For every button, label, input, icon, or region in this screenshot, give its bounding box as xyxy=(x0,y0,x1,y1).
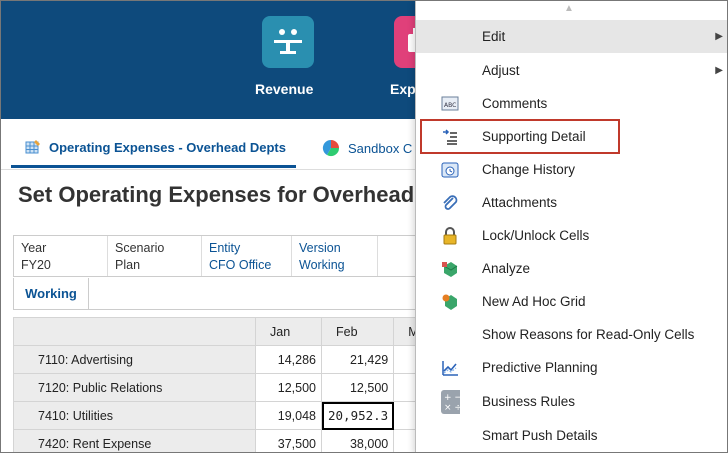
menu-item-smart-push-details[interactable]: Smart Push Details xyxy=(416,419,727,452)
pov-bar: Year FY20 Scenario Plan Entity CFO Offic… xyxy=(13,235,433,277)
predictive-chart-icon xyxy=(440,358,460,378)
highlight-annotation-box xyxy=(420,119,620,154)
svg-text:+ −: + − xyxy=(444,393,460,403)
menu-item-show-reasons[interactable]: Show Reasons for Read-Only Cells xyxy=(416,318,727,351)
context-menu: ▲ Edit ▶ Adjust ▶ ABC Comments Supportin… xyxy=(415,1,727,452)
comments-icon: ABC xyxy=(440,94,460,114)
svg-text:× ÷: × ÷ xyxy=(444,403,460,413)
pie-chart-icon xyxy=(322,139,340,157)
paperclip-icon xyxy=(440,193,460,213)
pov-scenario-key: Scenario xyxy=(115,241,165,255)
pov-version[interactable]: Version Working xyxy=(292,236,378,276)
balance-scale-icon xyxy=(274,29,302,54)
grid-header-row: Jan Feb M xyxy=(13,317,435,346)
pov-year-value: FY20 xyxy=(21,258,51,272)
tab-sandbox[interactable]: Sandbox C xyxy=(322,139,412,157)
grid-cell[interactable]: 14,286 xyxy=(255,345,322,374)
table-row: 7110: Advertising 14,286 21,429 1 xyxy=(13,345,435,374)
data-grid: Jan Feb M 7110: Advertising 14,286 21,42… xyxy=(13,317,435,452)
revenue-card-label[interactable]: Revenue xyxy=(255,81,313,97)
svg-text:ABC: ABC xyxy=(444,102,456,109)
grid-corner xyxy=(13,317,256,346)
tab-operating-expenses-label: Operating Expenses - Overhead Depts xyxy=(49,139,286,155)
pov-scenario[interactable]: Scenario Plan xyxy=(108,236,202,276)
menu-item-analyze[interactable]: Analyze xyxy=(416,252,727,285)
revenue-card[interactable] xyxy=(262,16,314,68)
pov-scenario-value: Plan xyxy=(115,258,141,272)
app-frame: Revenue Exp Operating Expenses - Overhea… xyxy=(0,0,728,453)
menu-item-label: Attachments xyxy=(482,195,558,210)
pov-year[interactable]: Year FY20 xyxy=(14,236,108,276)
menu-item-adjust[interactable]: Adjust ▶ xyxy=(416,54,727,87)
menu-item-attachments[interactable]: Attachments xyxy=(416,186,727,219)
menu-item-lock-unlock[interactable]: Lock/Unlock Cells xyxy=(416,219,727,252)
menu-item-label: New Ad Hoc Grid xyxy=(482,294,586,309)
scroll-up-caret-icon[interactable]: ▲ xyxy=(564,3,574,14)
grid-cell[interactable]: 21,429 xyxy=(320,345,395,374)
menu-item-label: Comments xyxy=(482,96,548,111)
analyze-icon xyxy=(440,259,460,279)
pov-entity-key: Entity xyxy=(209,241,241,255)
menu-item-label: Lock/Unlock Cells xyxy=(482,228,590,243)
pov-version-value: Working xyxy=(299,258,345,272)
row-header[interactable]: 7410: Utilities xyxy=(13,401,256,430)
ad-hoc-grid-icon xyxy=(440,292,460,312)
table-row: 7120: Public Relations 12,500 12,500 1 xyxy=(13,373,435,402)
grid-edit-icon xyxy=(25,140,40,154)
expense-card-label[interactable]: Exp xyxy=(390,81,416,97)
page-title: Set Operating Expenses for Overhead xyxy=(18,182,415,207)
grid-cell[interactable]: 37,500 xyxy=(255,429,322,452)
col-header-jan[interactable]: Jan xyxy=(255,317,322,346)
row-header[interactable]: 7420: Rent Expense xyxy=(13,429,256,452)
menu-item-comments[interactable]: ABC Comments xyxy=(416,87,727,120)
grid-cell[interactable]: 12,500 xyxy=(255,373,322,402)
calculator-icon: + −× ÷ xyxy=(440,389,460,414)
selected-grid-cell[interactable]: 20,952.3 xyxy=(320,401,395,430)
row-header[interactable]: 7110: Advertising xyxy=(13,345,256,374)
menu-item-edit[interactable]: Edit ▶ xyxy=(416,20,727,53)
col-header-feb[interactable]: Feb xyxy=(320,317,395,346)
working-tab[interactable]: Working xyxy=(13,278,89,310)
tab-operating-expenses[interactable]: Operating Expenses - Overhead Depts xyxy=(11,139,296,168)
menu-item-label: Change History xyxy=(482,162,576,177)
working-tab-divider xyxy=(89,309,429,310)
pov-entity[interactable]: Entity CFO Office xyxy=(202,236,292,276)
menu-item-label: Analyze xyxy=(482,261,531,276)
menu-item-label: Adjust xyxy=(482,63,520,78)
tab-sandbox-label: Sandbox C xyxy=(348,140,413,156)
change-history-icon xyxy=(440,160,460,180)
lock-icon xyxy=(440,226,460,246)
table-row: 7410: Utilities 19,048 20,952.3 xyxy=(13,401,435,430)
grid-cell[interactable]: 19,048 xyxy=(255,401,322,430)
pov-entity-value: CFO Office xyxy=(209,258,272,272)
pov-year-key: Year xyxy=(21,241,47,255)
menu-item-label: Show Reasons for Read-Only Cells xyxy=(482,327,695,342)
grid-cell[interactable]: 38,000 xyxy=(320,429,395,452)
menu-item-label: Edit xyxy=(482,29,506,44)
menu-item-business-rules[interactable]: + −× ÷ Business Rules xyxy=(416,385,727,418)
submenu-arrow-icon: ▶ xyxy=(715,65,723,76)
menu-item-label: Smart Push Details xyxy=(482,428,598,443)
submenu-arrow-icon: ▶ xyxy=(715,31,723,42)
menu-item-label: Business Rules xyxy=(482,394,576,409)
menu-item-label: Predictive Planning xyxy=(482,360,598,375)
pov-version-key: Version xyxy=(299,241,341,255)
menu-item-new-ad-hoc-grid[interactable]: New Ad Hoc Grid xyxy=(416,285,727,318)
menu-item-predictive-planning[interactable]: Predictive Planning xyxy=(416,351,727,384)
grid-cell[interactable]: 12,500 xyxy=(320,373,395,402)
table-row: 7420: Rent Expense 37,500 38,000 3 xyxy=(13,429,435,452)
row-header[interactable]: 7120: Public Relations xyxy=(13,373,256,402)
menu-item-change-history[interactable]: Change History xyxy=(416,153,727,186)
